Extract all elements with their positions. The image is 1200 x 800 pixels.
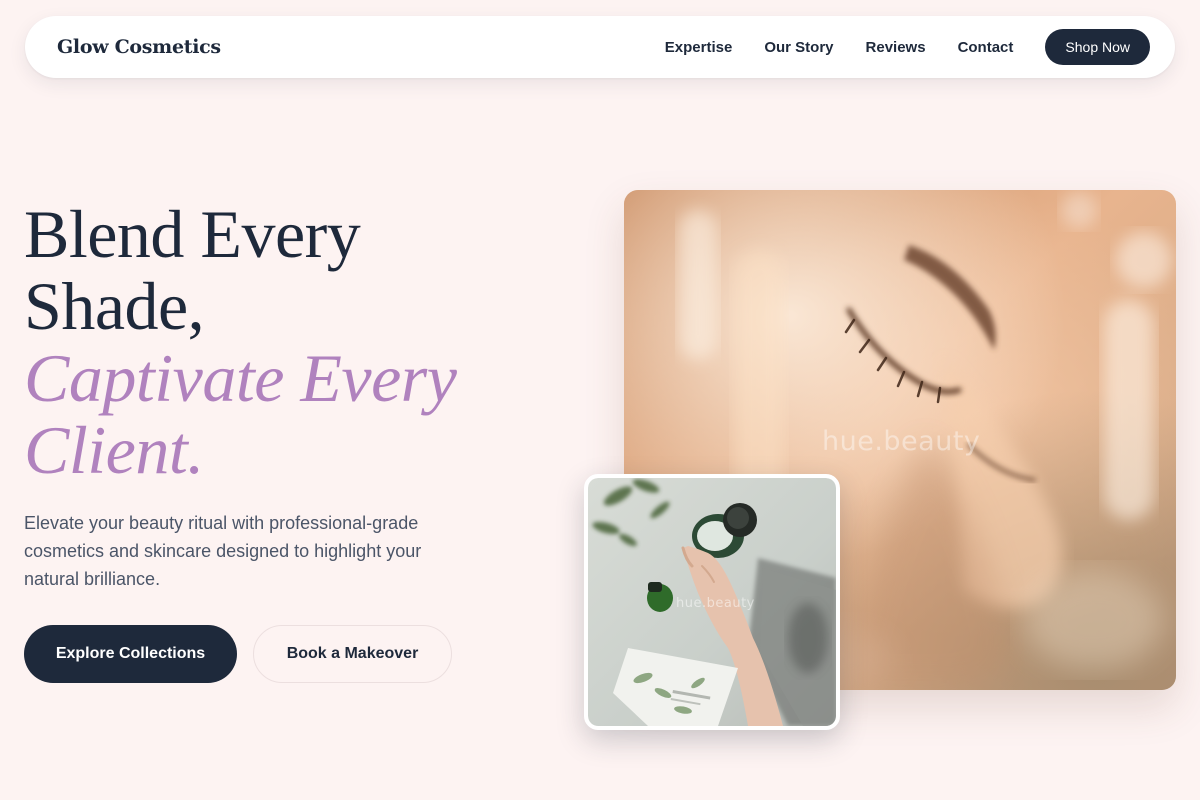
navbar: Glow Cosmetics Expertise Our Story Revie… (25, 16, 1175, 78)
headline-line-2: Shade, (24, 268, 205, 344)
explore-collections-button[interactable]: Explore Collections (24, 625, 237, 683)
nav-link-expertise[interactable]: Expertise (665, 39, 733, 56)
nav-link-reviews[interactable]: Reviews (866, 39, 926, 56)
nav-link-our-story[interactable]: Our Story (764, 39, 833, 56)
headline-line-1: Blend Every (24, 196, 361, 272)
nav-links: Expertise Our Story Reviews Contact Shop… (665, 29, 1150, 65)
shop-now-button[interactable]: Shop Now (1045, 29, 1150, 65)
book-makeover-button[interactable]: Book a Makeover (253, 625, 452, 683)
hero-headline: Blend Every Shade, Captivate Every Clien… (24, 198, 564, 486)
inset-image-skincare: hue.beauty (584, 474, 840, 730)
headline-accent-line-1: Captivate Every (24, 340, 457, 416)
brand-logo[interactable]: Glow Cosmetics (57, 36, 221, 58)
nav-link-contact[interactable]: Contact (958, 39, 1014, 56)
hero-subtext: Elevate your beauty ritual with professi… (24, 513, 422, 589)
headline-accent-line-2: Client. (24, 412, 204, 488)
inset-image-watermark: hue.beauty (676, 596, 755, 611)
landing-page: Glow Cosmetics Expertise Our Story Revie… (0, 0, 1200, 800)
main-image-watermark: hue.beauty (822, 426, 981, 457)
